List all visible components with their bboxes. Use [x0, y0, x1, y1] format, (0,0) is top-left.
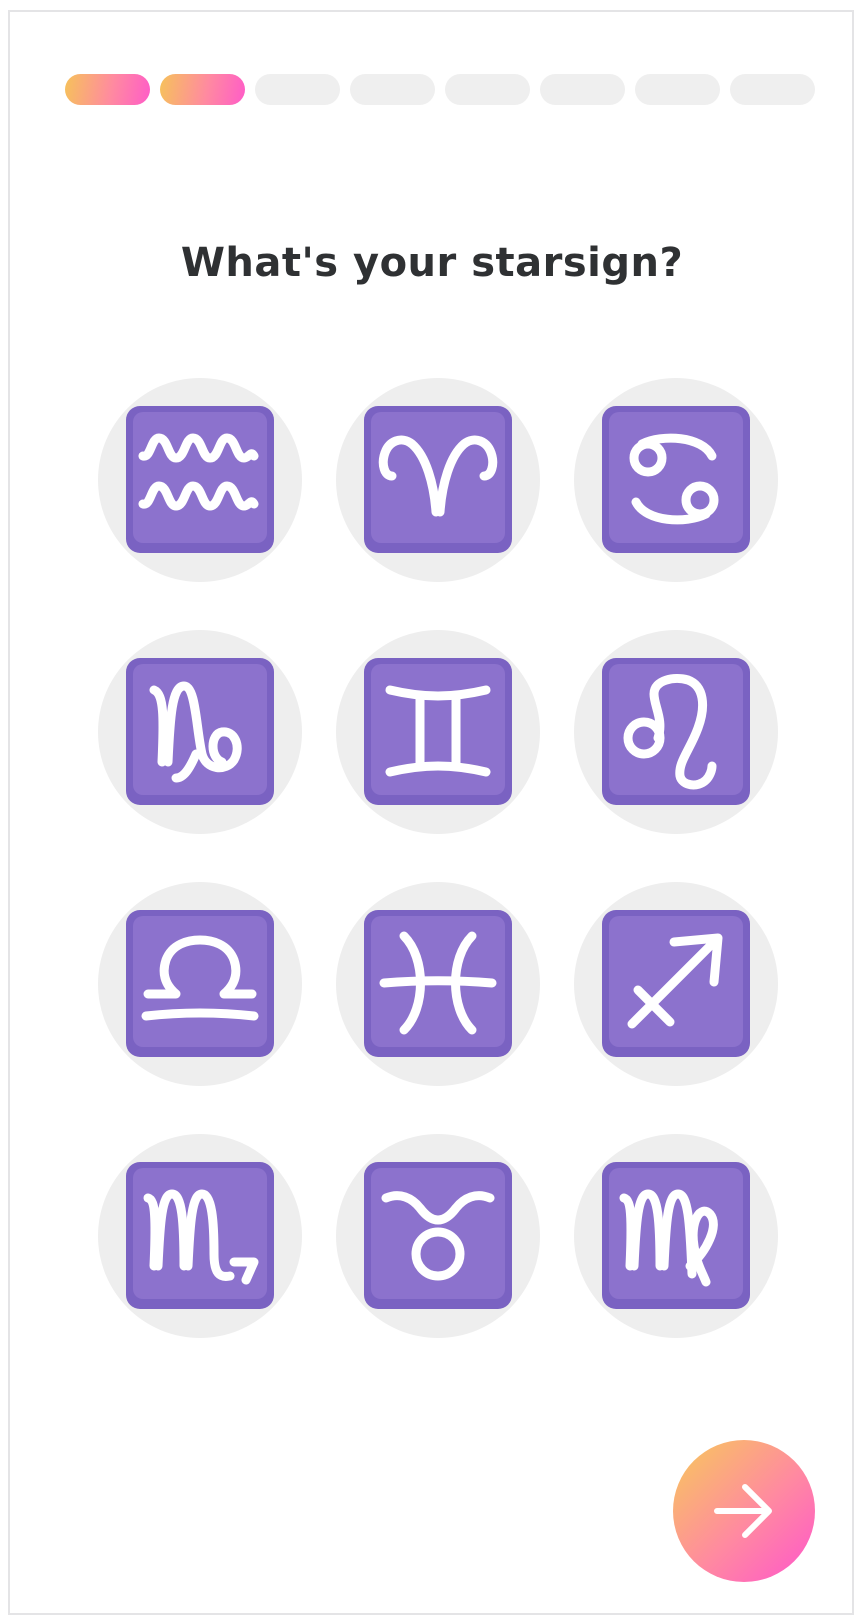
sign-tile [602, 406, 750, 553]
sign-tile [602, 658, 750, 805]
sign-tile [126, 910, 274, 1057]
sign-tile [364, 1162, 512, 1309]
pisces-icon [379, 931, 497, 1035]
sign-option-gemini[interactable] [336, 630, 540, 834]
sign-tile [364, 658, 512, 805]
progress-step-7 [635, 74, 720, 105]
sign-option-libra[interactable] [98, 882, 302, 1086]
progress-step-6 [540, 74, 625, 105]
sign-tile [126, 1162, 274, 1309]
gemini-icon [385, 685, 491, 777]
scorpio-icon [143, 1189, 259, 1285]
cancer-icon [629, 433, 719, 525]
aries-icon [378, 435, 498, 517]
page-title: What's your starsign? [180, 240, 684, 286]
progress-step-5 [445, 74, 530, 105]
sign-option-virgo[interactable] [574, 1134, 778, 1338]
sign-option-aries[interactable] [336, 378, 540, 582]
sign-option-aquarius[interactable] [98, 378, 302, 582]
sign-option-taurus[interactable] [336, 1134, 540, 1338]
virgo-icon [619, 1189, 718, 1287]
aquarius-icon [138, 433, 259, 511]
sign-option-sagittarius[interactable] [574, 882, 778, 1086]
capricorn-icon [149, 681, 242, 783]
progress-step-1 [65, 74, 150, 105]
sign-tile [126, 406, 274, 553]
progress-step-4 [350, 74, 435, 105]
leo-icon [623, 674, 717, 790]
sagittarius-icon [627, 933, 723, 1029]
sign-tile [602, 910, 750, 1057]
next-button[interactable] [673, 1440, 815, 1582]
libra-icon [141, 935, 259, 1021]
taurus-icon [381, 1191, 495, 1281]
sign-option-leo[interactable] [574, 630, 778, 834]
sign-tile [126, 658, 274, 805]
sign-tile [364, 910, 512, 1057]
sign-tile [602, 1162, 750, 1309]
progress-step-8 [730, 74, 815, 105]
sign-option-scorpio[interactable] [98, 1134, 302, 1338]
starsign-grid [98, 378, 778, 1338]
progress-step-2 [160, 74, 245, 105]
progress-bar [65, 74, 817, 105]
sign-option-capricorn[interactable] [98, 630, 302, 834]
sign-option-cancer[interactable] [574, 378, 778, 582]
sign-option-pisces[interactable] [336, 882, 540, 1086]
progress-step-3 [255, 74, 340, 105]
arrow-right-icon [714, 1484, 772, 1538]
sign-tile [364, 406, 512, 553]
